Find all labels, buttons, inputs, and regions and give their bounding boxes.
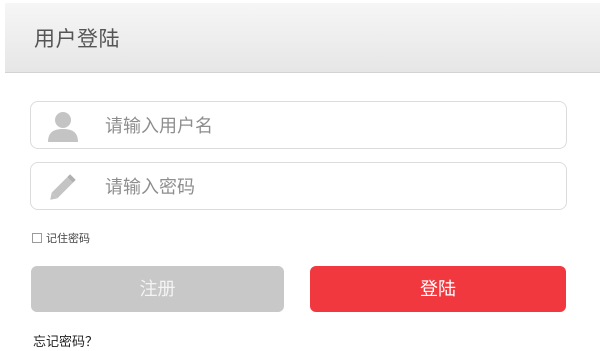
page-title: 用户登陆 (34, 27, 120, 51)
remember-label[interactable]: 记住密码 (46, 230, 90, 246)
panel-header: 用户登陆 (5, 3, 600, 73)
user-icon (48, 112, 78, 142)
username-field-group[interactable] (30, 101, 567, 150)
login-panel: 用户登陆 记住密码 注册 登陆 忘记密码？ (0, 0, 600, 351)
pencil-icon (50, 174, 76, 200)
remember-checkbox[interactable] (32, 233, 42, 243)
remember-password[interactable]: 记住密码 (32, 230, 90, 246)
forgot-password-link[interactable]: 忘记密码？ (33, 331, 98, 350)
password-input[interactable] (103, 163, 557, 211)
login-button[interactable]: 登陆 (310, 266, 566, 312)
register-button[interactable]: 注册 (31, 266, 284, 312)
password-field-group[interactable] (30, 162, 567, 211)
username-input[interactable] (103, 102, 557, 150)
